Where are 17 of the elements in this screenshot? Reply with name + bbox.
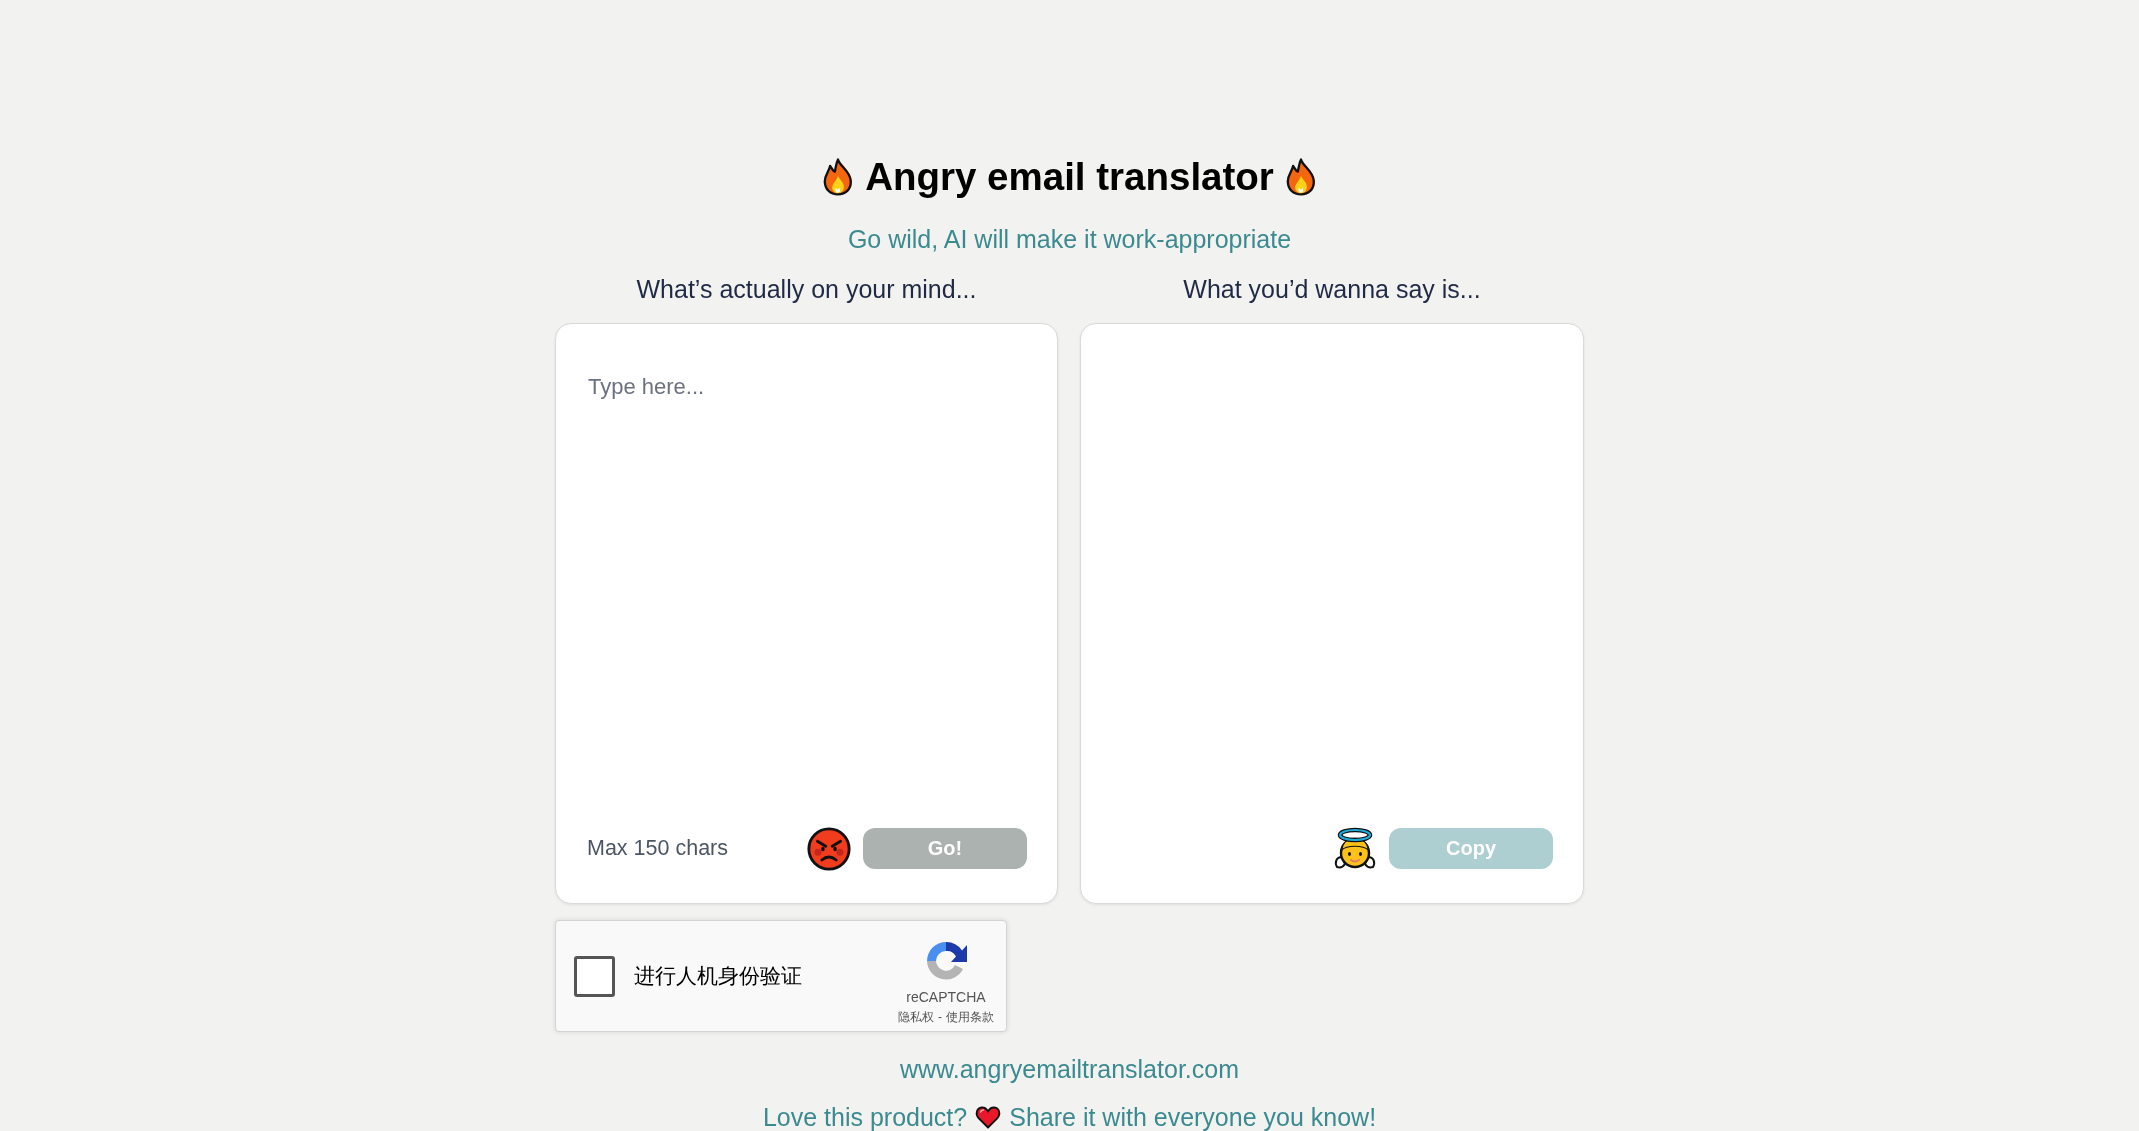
recaptcha-brand: reCAPTCHA	[906, 989, 986, 1005]
terms-link[interactable]: 使用条款	[946, 1010, 994, 1024]
char-limit-hint: Max 150 chars	[587, 836, 728, 861]
share-call: Share it with everyone you know!	[1009, 1102, 1377, 1131]
page-title: Angry email translator	[865, 154, 1274, 200]
angel-face-icon	[1333, 826, 1377, 871]
tagline: Go wild, AI will make it work-appropriate	[847, 224, 1292, 254]
share-prompt: Love this product?	[762, 1102, 968, 1131]
captcha-checkbox[interactable]	[574, 955, 615, 997]
heart-icon	[975, 1105, 1002, 1129]
site-url-link[interactable]: www.angryemailtranslator.com	[900, 1055, 1239, 1083]
panel-heading: What’s actually on your mind...	[636, 274, 977, 304]
privacy-link[interactable]: 隐私权	[898, 1010, 934, 1024]
link-separator: -	[938, 1010, 942, 1024]
angry-face-icon	[807, 826, 851, 871]
captcha-label: 进行人机身份验证	[634, 963, 802, 989]
panel-heading: What you’d wanna say is...	[1183, 274, 1481, 304]
